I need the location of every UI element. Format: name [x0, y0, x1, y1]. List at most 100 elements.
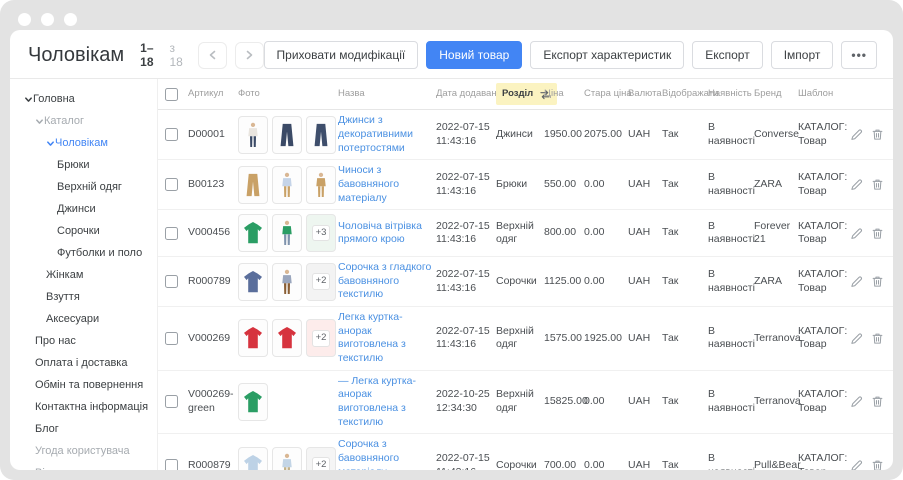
window-control-minimize[interactable]: [41, 13, 54, 26]
product-photo-thumbnail[interactable]: [238, 319, 268, 357]
sidebar-item-exchange-return[interactable]: Обмін та повернення: [10, 374, 157, 396]
sidebar-item-accessories[interactable]: Аксесуари: [10, 308, 157, 330]
window-control-maximize[interactable]: [64, 13, 77, 26]
sidebar-item-user-agreement[interactable]: Угода користувача: [10, 440, 157, 462]
col-actions[interactable]: [850, 90, 884, 98]
col-date-added[interactable]: Дата додавання: [436, 84, 496, 104]
more-photos-thumbnail[interactable]: +2: [306, 447, 336, 470]
product-photo-thumbnail[interactable]: [238, 383, 268, 421]
more-photos-thumbnail[interactable]: +3: [306, 214, 336, 252]
product-photo-thumbnail[interactable]: [272, 116, 302, 154]
pagination-prev-button[interactable]: [198, 42, 227, 69]
import-button[interactable]: Імпорт: [771, 41, 834, 69]
sidebar-item-store-reviews-label: Відгуки про магазин: [35, 467, 137, 470]
col-old-price[interactable]: Стара ціна: [584, 84, 628, 104]
col-display[interactable]: Відображати: [662, 84, 708, 104]
row-checkbox[interactable]: [165, 128, 178, 141]
product-name-link[interactable]: Чоловіча вітрівка прямого крою: [338, 220, 432, 247]
product-photo-thumbnail[interactable]: [272, 166, 302, 204]
trash-icon: [871, 332, 884, 345]
sidebar-item-jeans-label: Джинси: [57, 203, 96, 215]
sidebar-item-women[interactable]: Жінкам: [10, 264, 157, 286]
product-photo-thumbnail[interactable]: [306, 116, 336, 154]
col-photo[interactable]: Фото: [238, 84, 338, 104]
product-photo-thumbnail[interactable]: [238, 214, 268, 252]
col-artikul[interactable]: Артикул: [188, 84, 238, 104]
delete-button[interactable]: [871, 459, 884, 470]
more-photos-badge: +2: [312, 457, 331, 470]
col-price[interactable]: Ціна: [544, 84, 584, 104]
col-name[interactable]: Назва: [338, 84, 436, 104]
new-product-button[interactable]: Новий товар: [426, 41, 522, 69]
more-photos-thumbnail[interactable]: +2: [306, 319, 336, 357]
sidebar-item-shoes[interactable]: Взуття: [10, 286, 157, 308]
col-brand[interactable]: Бренд: [754, 84, 798, 104]
edit-button[interactable]: [850, 275, 863, 288]
sidebar-item-outerwear[interactable]: Верхній одяг: [10, 176, 157, 198]
row-checkbox[interactable]: [165, 227, 178, 240]
time-value: 11:43:16: [436, 466, 492, 470]
edit-button[interactable]: [850, 459, 863, 470]
sidebar-item-men[interactable]: Чоловікам: [10, 132, 157, 154]
product-photo-top-icon: [241, 451, 265, 470]
product-photo-thumbnail[interactable]: [306, 166, 336, 204]
row-checkbox[interactable]: [165, 395, 178, 408]
sidebar-item-catalog-label: Каталог: [44, 115, 84, 127]
sidebar-item-blog[interactable]: Блог: [10, 418, 157, 440]
window-control-close[interactable]: [18, 13, 31, 26]
product-photo-thumbnail[interactable]: [238, 166, 268, 204]
product-name-link[interactable]: Легка куртка-анорак виготовлена з тексти…: [338, 311, 432, 366]
row-checkbox[interactable]: [165, 332, 178, 345]
delete-button[interactable]: [871, 332, 884, 345]
delete-button[interactable]: [871, 275, 884, 288]
export-button[interactable]: Експорт: [692, 41, 762, 69]
delete-button[interactable]: [871, 227, 884, 240]
product-name-link[interactable]: Джинси з декоративними потертостями: [338, 114, 432, 155]
col-template[interactable]: Шаблон: [798, 84, 850, 104]
more-button[interactable]: •••: [841, 41, 877, 69]
sidebar-item-trousers[interactable]: Брюки: [10, 154, 157, 176]
sidebar-item-catalog[interactable]: Каталог: [10, 110, 157, 132]
select-all-checkbox[interactable]: [165, 88, 178, 101]
sidebar-item-store-reviews[interactable]: Відгуки про магазин: [10, 462, 157, 470]
product-photo-thumbnail[interactable]: [238, 116, 268, 154]
delete-button[interactable]: [871, 128, 884, 141]
sidebar-item-payment-delivery[interactable]: Оплата і доставка: [10, 352, 157, 374]
product-photo-thumbnail[interactable]: [272, 263, 302, 301]
sidebar-item-home[interactable]: Головна: [10, 88, 157, 110]
pagination-next-button[interactable]: [235, 42, 264, 69]
col-currency[interactable]: Валюта: [628, 84, 662, 104]
sidebar-item-jeans[interactable]: Джинси: [10, 198, 157, 220]
row-checkbox[interactable]: [165, 459, 178, 470]
col-availability[interactable]: Наявність: [708, 84, 754, 104]
delete-button[interactable]: [871, 395, 884, 408]
section-cell: Верхній одяг: [496, 321, 544, 356]
row-checkbox[interactable]: [165, 178, 178, 191]
sidebar-item-tshirts-polo[interactable]: Футболки и поло: [10, 242, 157, 264]
product-photo-thumbnail[interactable]: [238, 447, 268, 470]
name-cell: Сорочка з гладкого бавовняного текстилю: [338, 257, 436, 306]
edit-button[interactable]: [850, 178, 863, 191]
edit-button[interactable]: [850, 332, 863, 345]
sidebar-item-user-agreement-label: Угода користувача: [35, 445, 130, 457]
date-added-cell: 2022-07-1511:43:16: [436, 216, 496, 251]
product-name-link[interactable]: Сорочка з бавовняного матеріалу притален…: [338, 438, 432, 470]
product-name-link[interactable]: — Легка куртка-анорак виготовлена з текс…: [338, 375, 432, 430]
edit-button[interactable]: [850, 395, 863, 408]
product-photo-thumbnail[interactable]: [272, 214, 302, 252]
export-characteristics-button[interactable]: Експорт характеристик: [530, 41, 684, 69]
sidebar-item-shirts[interactable]: Сорочки: [10, 220, 157, 242]
delete-button[interactable]: [871, 178, 884, 191]
row-checkbox[interactable]: [165, 275, 178, 288]
product-name-link[interactable]: Сорочка з гладкого бавовняного текстилю: [338, 261, 432, 302]
product-photo-thumbnail[interactable]: [272, 447, 302, 470]
more-photos-thumbnail[interactable]: +2: [306, 263, 336, 301]
edit-button[interactable]: [850, 227, 863, 240]
hide-modifications-button[interactable]: Приховати модифікації: [264, 41, 419, 69]
sidebar-item-contacts[interactable]: Контактна інформація: [10, 396, 157, 418]
product-photo-thumbnail[interactable]: [272, 319, 302, 357]
product-name-link[interactable]: Чиноси з бавовняного матеріалу: [338, 164, 432, 205]
sidebar-item-about[interactable]: Про нас: [10, 330, 157, 352]
product-photo-thumbnail[interactable]: [238, 263, 268, 301]
edit-button[interactable]: [850, 128, 863, 141]
